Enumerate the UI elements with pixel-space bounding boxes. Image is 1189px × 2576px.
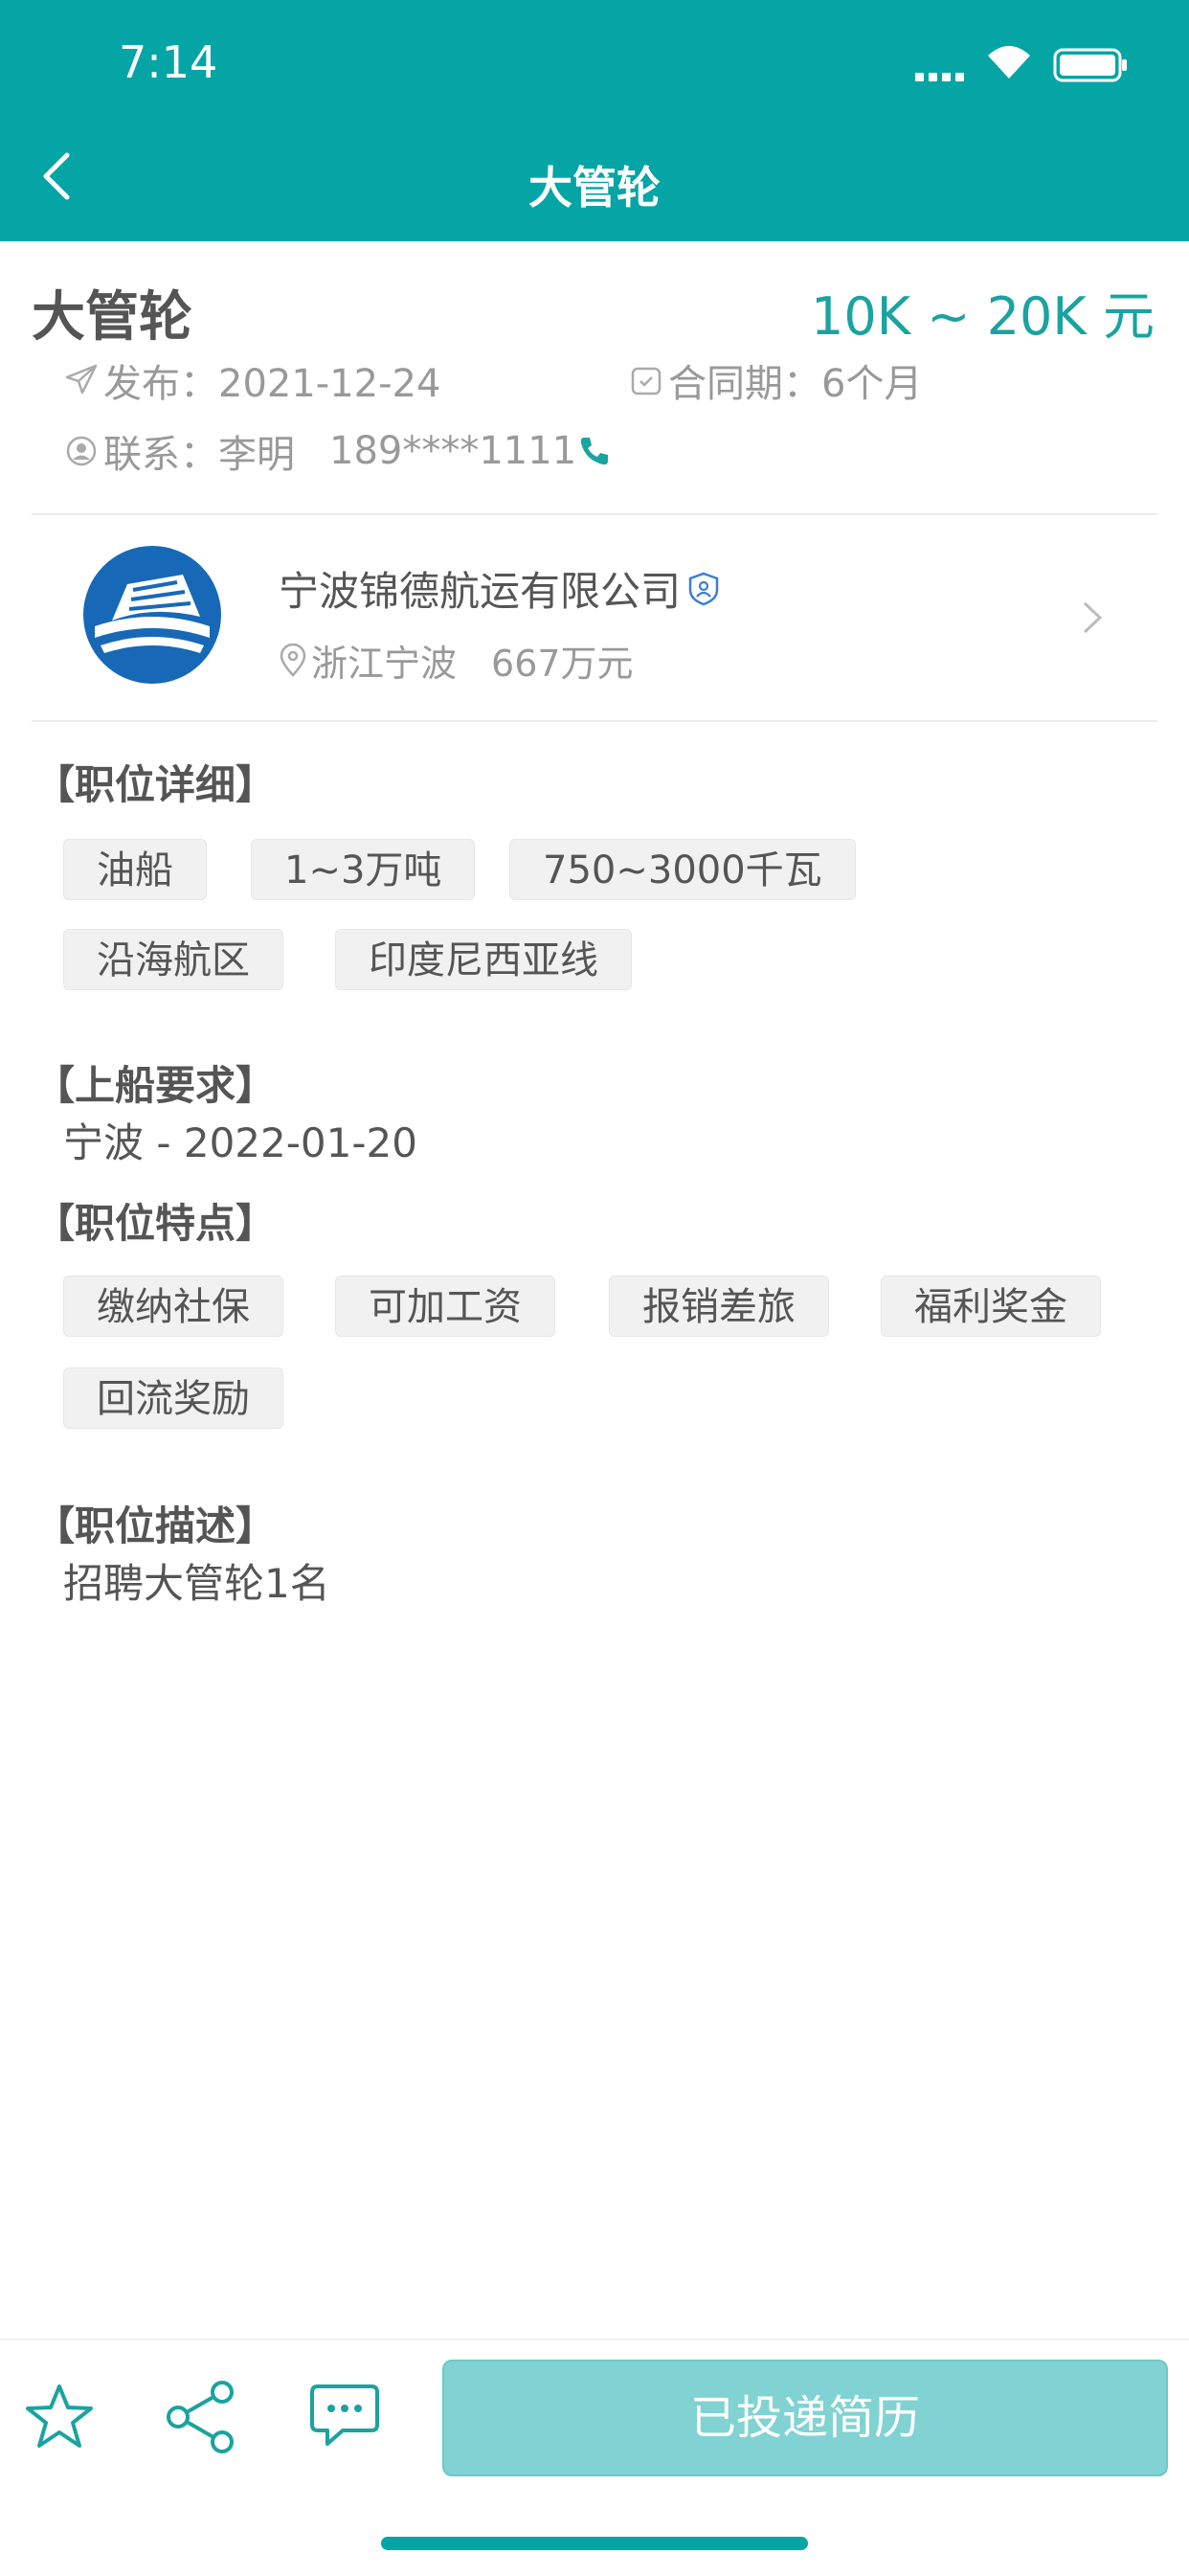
divider bbox=[32, 720, 1157, 722]
company-logo bbox=[83, 546, 221, 684]
home-indicator bbox=[381, 2537, 808, 2550]
contact-phone: 189****1111 bbox=[329, 429, 577, 473]
share-icon[interactable] bbox=[165, 2379, 241, 2455]
job-title: 大管轮 bbox=[32, 286, 192, 349]
feature-tag: 缴纳社保 bbox=[63, 1276, 283, 1337]
publish-date: 发布：2021-12-24 bbox=[63, 352, 440, 408]
company-card[interactable]: 宁波锦德航运有限公司 浙江宁波 667万元 bbox=[32, 517, 1157, 718]
contract-period: 合同期：6个月 bbox=[628, 352, 922, 408]
phone-icon[interactable] bbox=[576, 434, 611, 468]
signal-icon bbox=[915, 67, 969, 85]
description-text: 招聘大管轮1名 bbox=[63, 1560, 330, 1607]
battery-icon bbox=[1053, 48, 1127, 82]
location-pin-icon bbox=[280, 643, 306, 677]
contact-info: 联系：李明 189****1111 bbox=[63, 423, 615, 479]
calendar-icon bbox=[631, 367, 662, 395]
company-meta: 浙江宁波 667万元 bbox=[279, 634, 634, 687]
chat-icon[interactable] bbox=[308, 2381, 381, 2450]
star-icon[interactable] bbox=[23, 2383, 96, 2452]
company-capital: 667万元 bbox=[491, 643, 634, 685]
detail-tag: 750~3000千瓦 bbox=[509, 839, 856, 900]
boarding-title: 【上船要求】 bbox=[34, 1062, 277, 1109]
details-title: 【职位详细】 bbox=[34, 761, 277, 808]
chevron-right-icon bbox=[1083, 601, 1103, 634]
company-name: 宁波锦德航运有限公司 bbox=[279, 559, 721, 618]
company-location: 浙江宁波 bbox=[311, 643, 458, 685]
status-time: 7:14 bbox=[119, 36, 218, 88]
divider bbox=[32, 513, 1157, 515]
verified-shield-icon bbox=[688, 572, 719, 605]
apply-resume-button[interactable]: 已投递简历 bbox=[442, 2360, 1168, 2476]
detail-tag: 油船 bbox=[63, 839, 207, 900]
send-icon bbox=[65, 364, 98, 395]
detail-tag: 印度尼西亚线 bbox=[335, 929, 632, 990]
description-title: 【职位描述】 bbox=[34, 1503, 277, 1549]
feature-tag: 回流奖励 bbox=[63, 1367, 283, 1429]
feature-tag: 福利奖金 bbox=[881, 1276, 1101, 1337]
page-title: 大管轮 bbox=[528, 162, 661, 214]
detail-tag: 沿海航区 bbox=[63, 929, 283, 990]
contact-name: 联系：李明 bbox=[103, 433, 295, 477]
publish-date-text: 发布：2021-12-24 bbox=[103, 362, 441, 406]
features-title: 【职位特点】 bbox=[34, 1200, 277, 1247]
contract-period-text: 合同期：6个月 bbox=[668, 362, 923, 406]
wifi-icon bbox=[988, 46, 1030, 79]
header-bar: 7:14 大管轮 bbox=[0, 0, 1189, 241]
feature-tag: 报销差旅 bbox=[609, 1276, 829, 1337]
user-icon bbox=[66, 436, 97, 466]
salary-range: 10K ~ 20K 元 bbox=[811, 286, 1155, 347]
detail-tag: 1~3万吨 bbox=[251, 839, 476, 900]
boarding-text: 宁波 - 2022-01-20 bbox=[63, 1119, 417, 1166]
company-name-text: 宁波锦德航运有限公司 bbox=[279, 568, 682, 615]
feature-tag: 可加工资 bbox=[335, 1276, 555, 1337]
